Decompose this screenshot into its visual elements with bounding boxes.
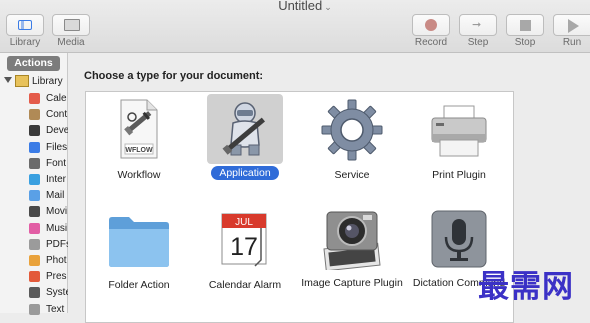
type-label: Workflow [117,169,161,181]
microphone-icon [431,210,487,268]
step-icon: ➞ [472,19,482,31]
workflow-icon: WFLOW [120,99,158,159]
sidebar-library-label: Library [32,76,63,87]
sidebar-item-label: Pres [46,271,67,283]
library-books-icon [15,75,29,87]
developer-icon [29,125,40,137]
type-label-selected: Application [192,166,298,180]
music-icon [29,222,40,234]
system-icon [29,287,40,299]
contacts-icon [29,109,40,121]
step-button[interactable]: ➞ [459,14,497,36]
library-button[interactable] [6,14,44,36]
sidebar-item-label: Inter [46,174,67,185]
run-icon [568,19,579,33]
type-label: Image Capture Plugin [301,277,403,289]
watermark: 最需网 [478,269,574,305]
run-button-label: Run [562,37,582,48]
window-toolbar: Untitled ⌄ Library Media Record ➞ Step St… [0,0,590,53]
sidebar-item-label: Files [46,141,68,153]
calendar-alarm-icon: JUL 17 [221,213,267,267]
type-label: Print Plugin [432,169,486,181]
pdf-icon [29,238,40,250]
run-button[interactable] [553,14,590,36]
type-label: Folder Action [108,279,170,291]
document-type-grid: WFLOW Workflow Application Service Print… [85,91,514,323]
sidebar-item-label: Mail [46,190,65,202]
title-chevron-down-icon[interactable]: ⌄ [324,2,332,12]
type-service[interactable]: Service [299,92,405,192]
type-workflow[interactable]: WFLOW Workflow [86,92,192,192]
record-icon [425,19,437,31]
calendar-icon [29,93,40,104]
window-title[interactable]: Untitled ⌄ [0,0,590,13]
calendar-month: JUL [235,217,253,228]
stop-button[interactable] [506,14,544,36]
type-calendar-alarm[interactable]: JUL 17 Calendar Alarm [192,204,298,314]
printer-icon [431,105,487,157]
media-icon [64,19,80,31]
photos-icon [29,255,40,266]
sidebar-item-label: Cont [46,109,68,121]
type-folder-action[interactable]: Folder Action [86,204,192,314]
chooser-prompt: Choose a type for your document: [84,70,264,82]
sidebar-item-label: Deve [46,125,70,137]
window-title-text: Untitled [278,0,323,13]
stop-icon [520,20,531,31]
service-gear-icon [321,99,383,161]
files-icon [29,141,40,153]
mail-icon [29,190,40,202]
calendar-day: 17 [230,233,258,261]
camera-icon [323,211,381,270]
media-button[interactable] [52,14,90,36]
presentations-icon [29,271,40,283]
sidebar-item-label: Phot [46,255,67,266]
movies-icon [29,206,40,218]
selected-type-label: Application [211,166,279,180]
fonts-icon [29,157,40,169]
type-image-capture-plugin[interactable]: Image Capture Plugin [299,204,405,314]
library-sidebar: Actions Library Cale Cont Deve Files Font Int… [0,53,71,315]
library-icon [18,20,32,30]
folder-icon [109,217,169,267]
sidebar-item-label: Movi [46,206,68,218]
type-print-plugin[interactable]: Print Plugin [406,92,512,192]
application-icon [222,102,265,156]
type-label: Calendar Alarm [208,279,282,291]
sidebar-item-label: Font [46,157,67,169]
record-button[interactable] [412,14,450,36]
wflow-badge: WFLOW [125,147,153,154]
media-button-label: Media [57,37,85,48]
type-application[interactable]: Application [192,92,298,192]
sidebar-item-label: Cale [46,93,67,104]
internet-icon [29,174,40,185]
type-label: Service [334,169,370,181]
disclosure-triangle-icon[interactable] [4,77,12,83]
tab-actions[interactable]: Actions [7,56,60,71]
sidebar-item-label: Musi [46,222,68,234]
